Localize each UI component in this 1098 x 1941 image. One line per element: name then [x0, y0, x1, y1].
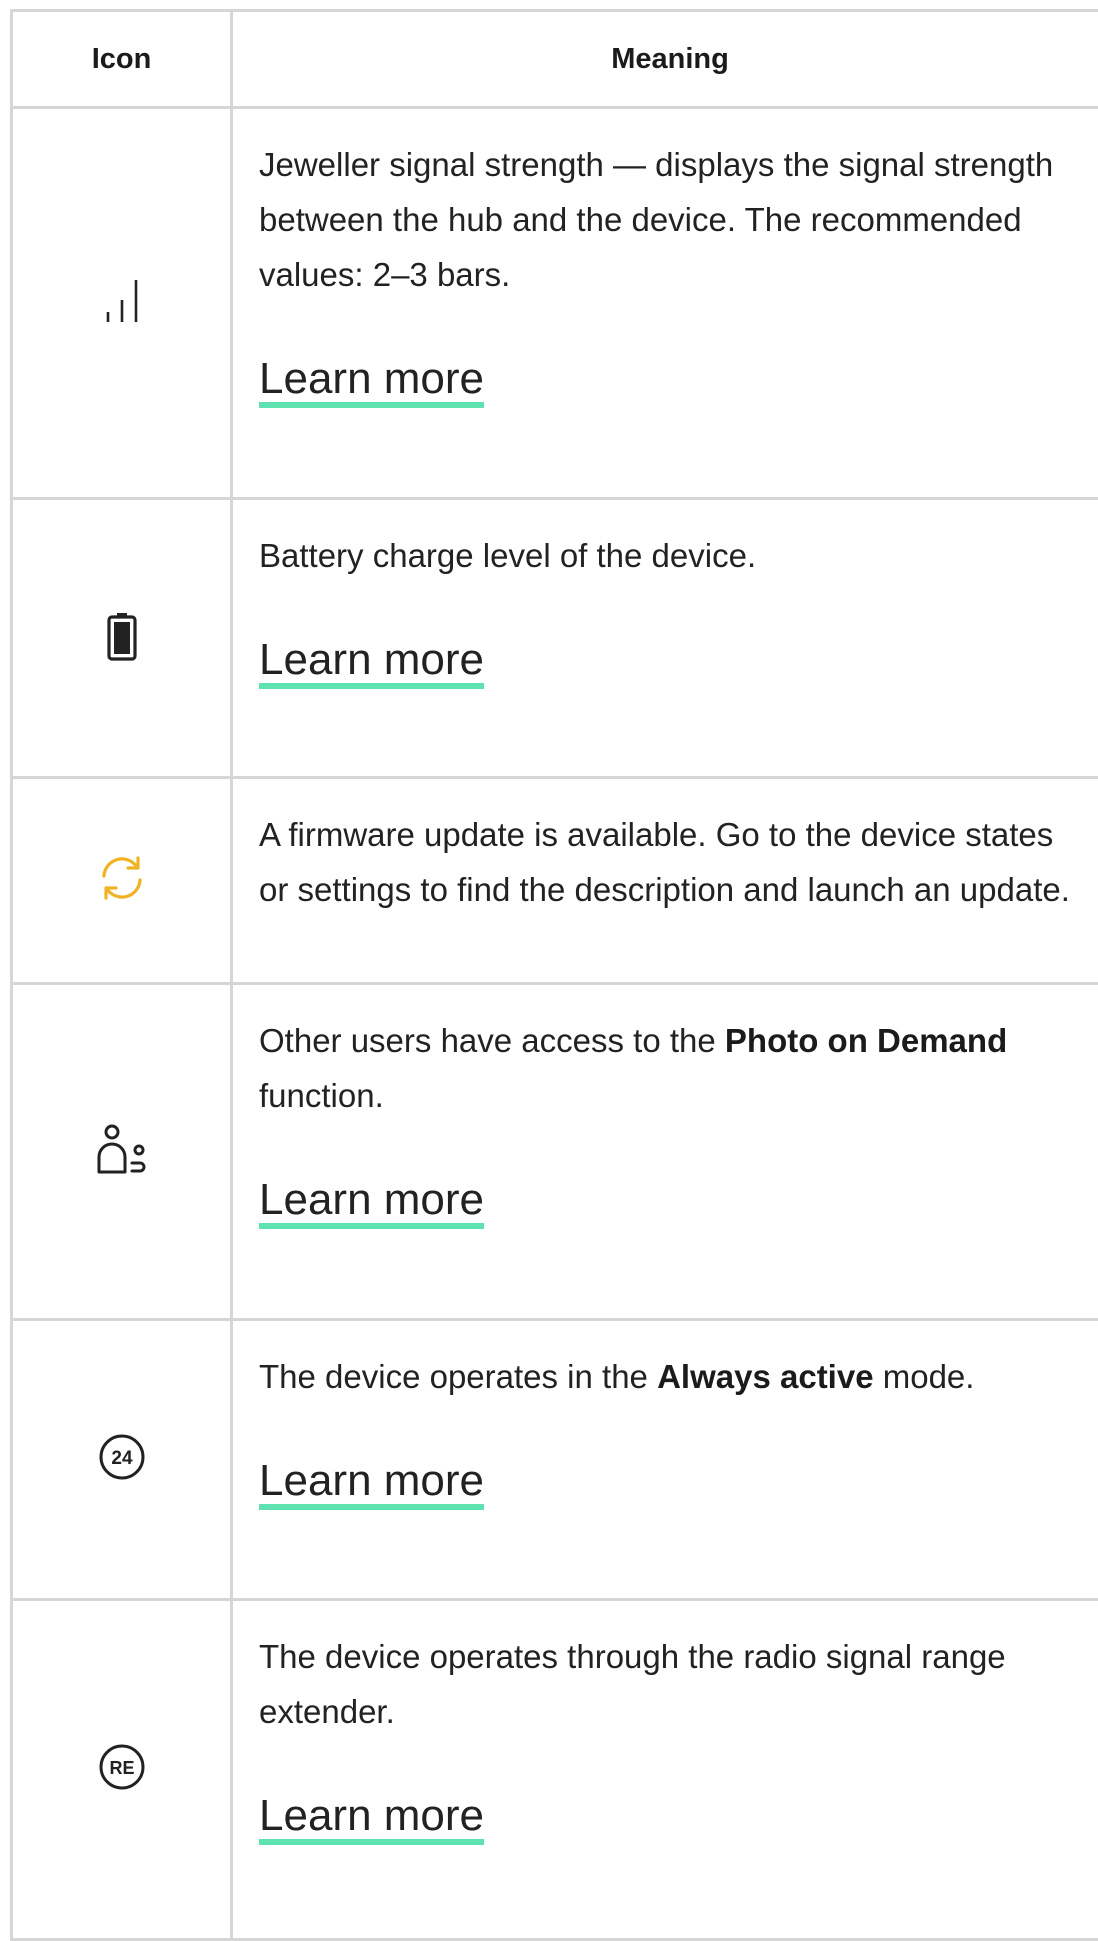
table-row: Battery charge level of the device. Lear…	[12, 499, 1098, 778]
table-row: Other users have access to the Photo on …	[12, 984, 1098, 1320]
svg-text:RE: RE	[109, 1758, 134, 1778]
row-description: Other users have access to the Photo on …	[232, 984, 1098, 1320]
table-row: Jeweller signal strength — displays the …	[12, 108, 1098, 499]
table-row: A firmware update is available. Go to th…	[12, 778, 1098, 984]
description-text: Other users have access to the Photo on …	[259, 1013, 1083, 1123]
description-text: The device operates through the radio si…	[259, 1629, 1083, 1739]
header-meaning: Meaning	[232, 11, 1098, 108]
learn-more-link[interactable]: Learn more	[259, 1177, 484, 1229]
row-description: The device operates through the radio si…	[232, 1600, 1098, 1940]
feature-name: Photo on Demand	[725, 1022, 1007, 1059]
svg-text:24: 24	[111, 1448, 133, 1469]
description-text: A firmware update is available. Go to th…	[259, 807, 1083, 917]
description-text: The device operates in the Always active…	[259, 1349, 1083, 1404]
table-header-row: Icon Meaning	[12, 11, 1098, 108]
learn-more-link[interactable]: Learn more	[259, 1458, 484, 1510]
learn-more-link[interactable]: Learn more	[259, 1793, 484, 1845]
always-active-24-icon: 24	[12, 1320, 232, 1600]
row-description: Jeweller signal strength — displays the …	[232, 108, 1098, 499]
firmware-update-icon	[12, 778, 232, 984]
row-description: Battery charge level of the device. Lear…	[232, 499, 1098, 778]
icon-legend-table: Icon Meaning Jeweller signal strength — …	[10, 9, 1098, 1941]
battery-icon	[12, 499, 232, 778]
row-description: The device operates in the Always active…	[232, 1320, 1098, 1600]
learn-more-link[interactable]: Learn more	[259, 356, 484, 408]
table-row: 24 The device operates in the Always act…	[12, 1320, 1098, 1600]
row-description: A firmware update is available. Go to th…	[232, 778, 1098, 984]
description-text: Jeweller signal strength — displays the …	[259, 137, 1083, 302]
mode-name: Always active	[657, 1358, 873, 1395]
description-text: Battery charge level of the device.	[259, 528, 1083, 583]
signal-strength-icon	[12, 108, 232, 499]
range-extender-re-icon: RE	[12, 1600, 232, 1940]
learn-more-link[interactable]: Learn more	[259, 637, 484, 689]
shared-users-icon	[12, 984, 232, 1320]
header-icon: Icon	[12, 11, 232, 108]
table-row: RE The device operates through the radio…	[12, 1600, 1098, 1940]
